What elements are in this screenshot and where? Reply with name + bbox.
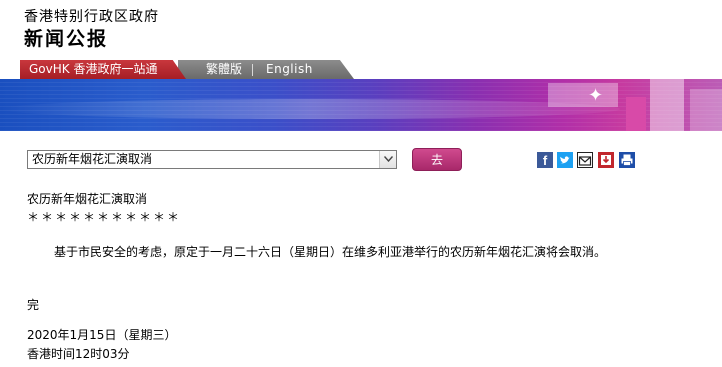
site-title: 新闻公报 [24, 28, 109, 50]
banner-block [650, 79, 684, 131]
chevron-down-icon[interactable] [379, 151, 396, 168]
nav-divider [252, 64, 253, 76]
print-icon[interactable] [619, 152, 635, 168]
go-button[interactable]: 去 [412, 148, 462, 171]
download-icon[interactable] [598, 152, 614, 168]
select-value: 农历新年烟花汇演取消 [32, 152, 153, 166]
press-release-select[interactable]: 农历新年烟花汇演取消 [27, 150, 397, 169]
english-link[interactable]: English [266, 60, 313, 79]
traditional-chinese-link[interactable]: 繁體版 [206, 60, 242, 79]
nav-spacer [0, 60, 20, 79]
header: 香港特别行政区政府 新闻公报 [0, 0, 722, 60]
press-release-body: 基于市民安全的考虑，原定于一月二十六日（星期日）在维多利亚港举行的农历新年烟花汇… [54, 245, 607, 259]
facebook-icon[interactable]: f [537, 152, 553, 168]
email-icon[interactable] [577, 152, 593, 168]
end-mark: 完 [27, 298, 40, 312]
org-name: 香港特别行政区政府 [24, 9, 159, 25]
top-nav: GovHK 香港政府一站通 繁體版 English [0, 60, 722, 79]
release-time: 香港时间12时03分 [27, 347, 130, 361]
release-date: 2020年1月15日（星期三） [27, 328, 177, 342]
sparkle-icon: ✦ [588, 85, 604, 106]
toolbar: 农历新年烟花汇演取消 去 f [0, 148, 722, 174]
banner-block [626, 97, 646, 131]
banner-block [690, 89, 722, 131]
govhk-link[interactable]: GovHK 香港政府一站通 [20, 60, 186, 79]
banner-wave [0, 99, 620, 119]
press-release-title: 农历新年烟花汇演取消 [27, 192, 148, 206]
banner-block [548, 83, 618, 107]
twitter-icon[interactable] [557, 152, 573, 168]
header-banner: ✦ [0, 79, 722, 131]
title-separator: ＊＊＊＊＊＊＊＊＊＊＊ [27, 210, 182, 224]
